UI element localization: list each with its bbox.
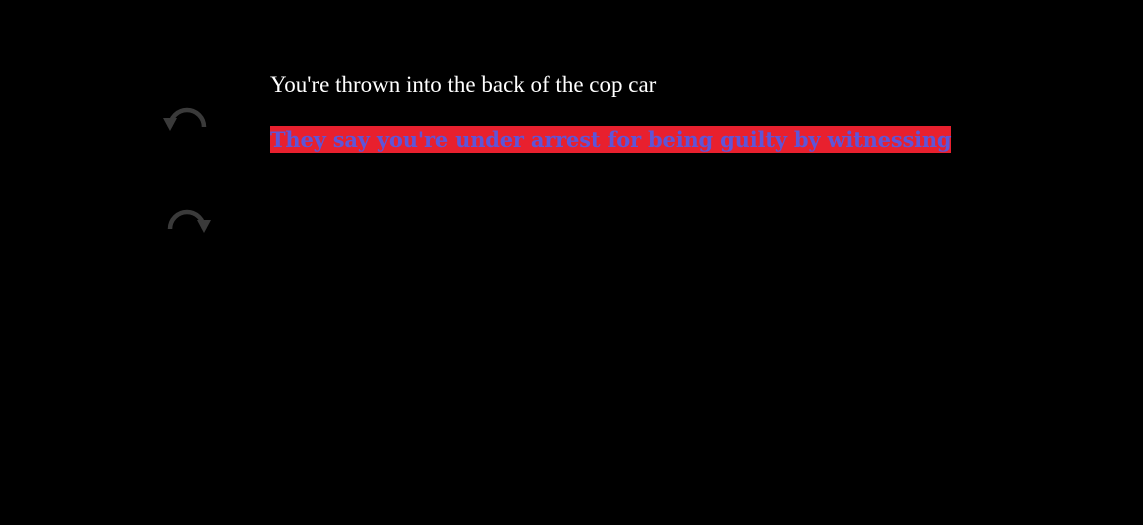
- story-passage-area: You're thrown into the back of the cop c…: [270, 70, 1130, 153]
- link-line: They say you're under arrest for being g…: [270, 126, 1130, 153]
- story-choice-link[interactable]: They say you're under arrest for being g…: [270, 126, 952, 153]
- redo-button[interactable]: [160, 200, 214, 240]
- passage-text: You're thrown into the back of the cop c…: [270, 72, 657, 97]
- undo-button[interactable]: [160, 98, 214, 138]
- undo-arrow-icon: [162, 101, 212, 135]
- redo-arrow-icon: [162, 203, 212, 237]
- story-stage: You're thrown into the back of the cop c…: [0, 0, 1143, 525]
